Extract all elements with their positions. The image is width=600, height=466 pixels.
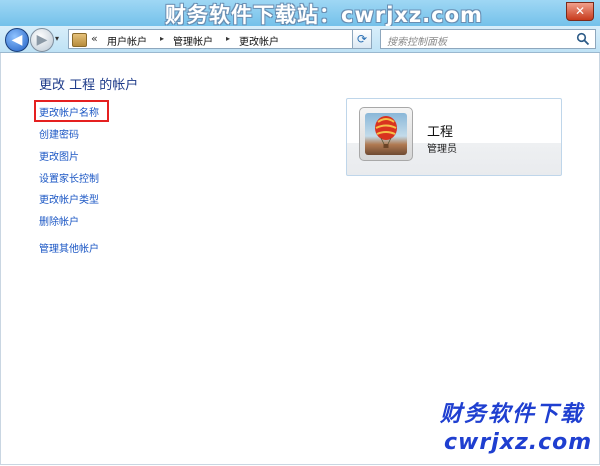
refresh-icon: ⟳ xyxy=(356,32,368,46)
breadcrumb-separator-icon[interactable]: ▸ xyxy=(160,34,164,43)
back-arrow-icon: ◀ xyxy=(11,32,23,48)
control-panel-icon xyxy=(72,33,87,47)
breadcrumb-separator-icon[interactable]: ▸ xyxy=(226,34,230,43)
account-role: 管理员 xyxy=(427,144,457,155)
watermark-bottom-line1: 财务软件下载 xyxy=(440,402,585,427)
task-create-password[interactable]: 创建密码 xyxy=(39,126,79,141)
hot-air-balloon-picture xyxy=(365,113,407,155)
refresh-button[interactable]: ⟳ xyxy=(352,29,372,49)
back-button[interactable]: ◀ xyxy=(5,28,29,52)
chevron-down-icon: ▾ xyxy=(55,34,60,43)
task-change-account-name[interactable]: 更改帐户名称 xyxy=(39,104,99,119)
address-bar[interactable]: « 用户帐户 ▸ 管理帐户 ▸ 更改帐户 ▾ xyxy=(68,29,370,49)
watermark-top: 财务软件下载站：cwrjxz.com xyxy=(165,3,483,27)
close-icon: ✕ xyxy=(574,4,586,18)
account-name: 工程 xyxy=(427,125,454,140)
breadcrumb-change-account[interactable]: 更改帐户 xyxy=(239,33,279,48)
search-icon[interactable] xyxy=(576,32,590,46)
hot-air-balloon-icon xyxy=(375,116,397,148)
forward-button[interactable]: ▶ xyxy=(30,28,54,52)
close-button[interactable]: ✕ xyxy=(566,2,594,21)
navigation-bar: ◀ ▶ ▾ « 用户帐户 ▸ 管理帐户 ▸ 更改帐户 ▾ ⟳ 搜索控制面板 xyxy=(0,26,600,53)
avatar xyxy=(359,107,413,161)
forward-arrow-icon: ▶ xyxy=(36,32,48,48)
breadcrumb-user-accounts[interactable]: 用户帐户 xyxy=(107,33,147,48)
account-card: 工程 管理员 xyxy=(346,98,562,176)
task-change-account-type[interactable]: 更改帐户类型 xyxy=(39,191,99,206)
page-title: 更改 工程 的帐户 xyxy=(39,78,139,93)
task-manage-other-accounts[interactable]: 管理其他帐户 xyxy=(39,240,99,255)
watermark-bottom-line2: cwrjxz.com xyxy=(444,430,593,455)
search-input[interactable]: 搜索控制面板 xyxy=(387,33,447,48)
breadcrumb-manage-accounts[interactable]: 管理帐户 xyxy=(173,33,213,48)
title-bar: 财务软件下载站：cwrjxz.com ✕ xyxy=(0,0,600,27)
address-overflow-chevron[interactable]: « xyxy=(91,32,98,45)
task-delete-account[interactable]: 删除帐户 xyxy=(39,213,79,228)
task-parental-controls[interactable]: 设置家长控制 xyxy=(39,170,99,185)
search-box[interactable]: 搜索控制面板 xyxy=(380,29,596,49)
recent-pages-dropdown[interactable]: ▾ xyxy=(55,34,65,44)
task-change-picture[interactable]: 更改图片 xyxy=(39,148,79,163)
